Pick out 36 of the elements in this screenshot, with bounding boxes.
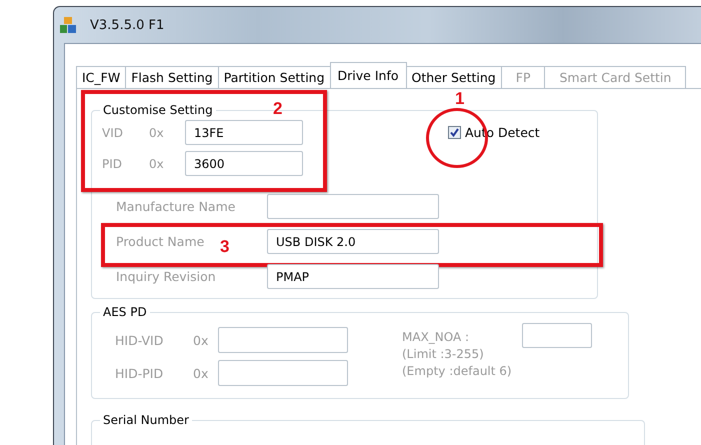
text-field[interactable]: PMAP (267, 264, 439, 289)
tab[interactable]: IC_FW (76, 66, 126, 88)
checkbox[interactable] (448, 126, 461, 138)
field-hint: (Limit :3-255) (402, 346, 485, 363)
tab[interactable]: Drive Info (330, 62, 407, 88)
text-field[interactable]: 3600 (185, 151, 303, 176)
field-hint: MAX_NOA : (402, 329, 470, 346)
text-field[interactable] (267, 194, 439, 219)
annotation-number: 2 (273, 100, 282, 117)
field-label: Inquiry Revision (116, 269, 216, 284)
field-label: HID-VID (115, 332, 164, 348)
annotation-number: 3 (220, 238, 230, 255)
field-label: Product Name (116, 234, 204, 249)
field-label: Manufacture Name (116, 199, 236, 214)
field-label: VID (102, 126, 124, 140)
annotation-number: 1 (455, 90, 464, 107)
hex-prefix: 0x (149, 156, 165, 170)
hex-prefix: 0x (193, 332, 210, 348)
text-field[interactable]: 13FE (185, 120, 303, 145)
tab[interactable]: Flash Setting (126, 66, 219, 88)
text-field[interactable] (218, 360, 348, 386)
text-field[interactable]: USB DISK 2.0 (267, 229, 439, 254)
text-field[interactable] (218, 327, 348, 353)
group-title: AES PD (102, 305, 148, 319)
group-title: Customise Setting (102, 103, 214, 117)
field-label: HID-PID (115, 366, 164, 380)
field-hint: (Empty :default 6) (402, 363, 512, 380)
app-icon (60, 16, 76, 34)
text-field[interactable] (522, 323, 592, 348)
tab[interactable]: Partition Setting (218, 66, 331, 88)
group-title: Serial Number (102, 413, 190, 427)
tab[interactable]: Other Setting (406, 66, 502, 88)
hex-prefix: 0x (193, 366, 210, 380)
hex-prefix: 0x (149, 126, 165, 140)
field-label: PID (102, 156, 124, 170)
window-title: V3.5.5.0 F1 (90, 18, 164, 32)
